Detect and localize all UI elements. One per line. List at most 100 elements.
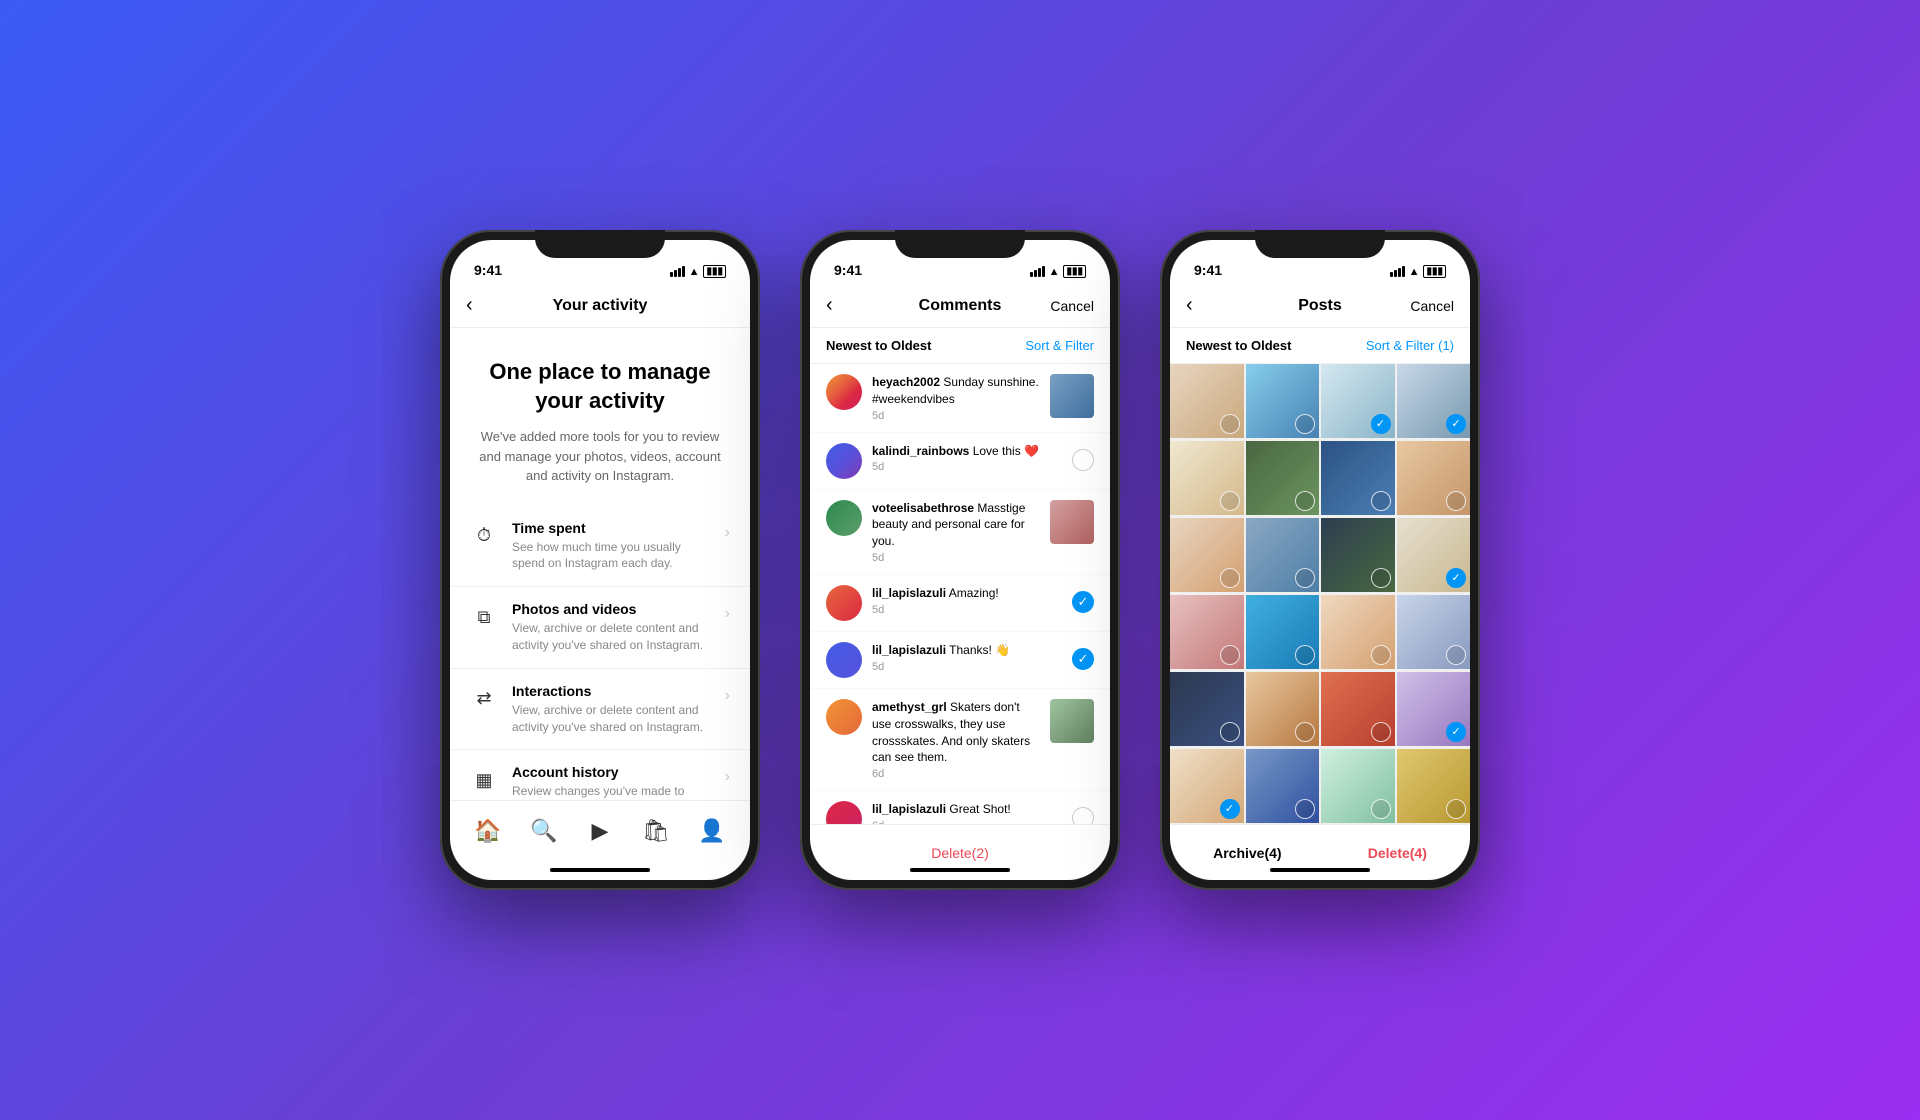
photos-videos-desc: View, archive or delete content and acti… [512, 620, 711, 654]
grid-cell-18[interactable] [1246, 672, 1320, 746]
activity-heading: One place to manage your activity [474, 358, 726, 415]
grid-cell-2[interactable] [1246, 364, 1320, 438]
grid-check-5[interactable] [1220, 491, 1240, 511]
grid-check-6[interactable] [1295, 491, 1315, 511]
comment-time-5: 5d [872, 661, 1062, 673]
back-button-3[interactable]: ‹ [1186, 294, 1193, 317]
grid-cell-9[interactable] [1170, 518, 1244, 592]
grid-check-11[interactable] [1371, 568, 1391, 588]
tab-reels[interactable]: ▶ [580, 811, 620, 851]
cancel-button-2[interactable]: Cancel [1050, 298, 1094, 314]
tab-shop[interactable]: 🛍 [636, 811, 676, 851]
comment-text-2: kalindi_rainbows Love this ❤️ [872, 443, 1062, 460]
grid-cell-20[interactable]: ✓ [1397, 672, 1471, 746]
archive-button[interactable]: Archive(4) [1213, 845, 1281, 861]
grid-cell-19[interactable] [1321, 672, 1395, 746]
grid-cell-15[interactable] [1321, 595, 1395, 669]
grid-check-4[interactable]: ✓ [1446, 414, 1466, 434]
grid-check-1[interactable] [1220, 414, 1240, 434]
grid-check-3[interactable]: ✓ [1371, 414, 1391, 434]
chevron-icon-1: › [725, 524, 730, 542]
grid-check-22[interactable] [1295, 799, 1315, 819]
sort-filter-button-3[interactable]: Sort & Filter (1) [1366, 338, 1454, 353]
tab-search[interactable]: 🔍 [524, 811, 564, 851]
delete-button-3[interactable]: Delete(4) [1368, 845, 1427, 861]
avatar-voteelisa [826, 500, 862, 536]
comment-item-6[interactable]: amethyst_grl Skaters don't use crosswalk… [810, 689, 1110, 791]
grid-check-17[interactable] [1220, 722, 1240, 742]
grid-check-15[interactable] [1371, 645, 1391, 665]
grid-check-8[interactable] [1446, 491, 1466, 511]
check-circle-2[interactable] [1072, 449, 1094, 471]
grid-cell-8[interactable] [1397, 441, 1471, 515]
grid-cell-12[interactable]: ✓ [1397, 518, 1471, 592]
menu-list: ⏱ Time spent See how much time you usual… [450, 506, 750, 800]
grid-check-10[interactable] [1295, 568, 1315, 588]
wifi-icon-3: ▲ [1409, 266, 1420, 278]
grid-cell-4[interactable]: ✓ [1397, 364, 1471, 438]
grid-cell-21[interactable]: ✓ [1170, 749, 1244, 823]
grid-check-7[interactable] [1371, 491, 1391, 511]
check-circle-4[interactable]: ✓ [1072, 591, 1094, 613]
check-circle-7[interactable] [1072, 807, 1094, 824]
grid-check-14[interactable] [1295, 645, 1315, 665]
grid-cell-22[interactable] [1246, 749, 1320, 823]
grid-cell-16[interactable] [1397, 595, 1471, 669]
account-history-title: Account history [512, 764, 711, 780]
grid-cell-5[interactable] [1170, 441, 1244, 515]
menu-item-interactions[interactable]: ⇄ Interactions View, archive or delete c… [450, 669, 750, 751]
grid-cell-3[interactable]: ✓ [1321, 364, 1395, 438]
grid-check-2[interactable] [1295, 414, 1315, 434]
grid-check-20[interactable]: ✓ [1446, 722, 1466, 742]
comment-item-2[interactable]: kalindi_rainbows Love this ❤️ 5d [810, 433, 1110, 490]
grid-check-18[interactable] [1295, 722, 1315, 742]
check-circle-5[interactable]: ✓ [1072, 648, 1094, 670]
comment-body-4: lil_lapislazuli Amazing! 5d [872, 585, 1062, 616]
comment-item-4[interactable]: lil_lapislazuli Amazing! 5d ✓ [810, 575, 1110, 632]
grid-check-24[interactable] [1446, 799, 1466, 819]
wifi-icon-2: ▲ [1049, 266, 1060, 278]
grid-cell-24[interactable] [1397, 749, 1471, 823]
back-button-2[interactable]: ‹ [826, 294, 833, 317]
screen-content-1: One place to manage your activity We've … [450, 328, 750, 800]
grid-cell-1[interactable] [1170, 364, 1244, 438]
grid-cell-23[interactable] [1321, 749, 1395, 823]
grid-cell-14[interactable] [1246, 595, 1320, 669]
sort-filter-button-2[interactable]: Sort & Filter [1025, 338, 1094, 353]
battery-icon-3: ▮▮▮ [1423, 265, 1446, 278]
grid-check-23[interactable] [1371, 799, 1391, 819]
grid-cell-17[interactable] [1170, 672, 1244, 746]
nav-title-1: Your activity [553, 297, 648, 315]
menu-item-time-spent[interactable]: ⏱ Time spent See how much time you usual… [450, 506, 750, 588]
delete-button-2[interactable]: Delete(2) [931, 845, 989, 861]
grid-cell-6[interactable] [1246, 441, 1320, 515]
comment-item-3[interactable]: voteelisabethrose Masstige beauty and pe… [810, 490, 1110, 575]
grid-check-13[interactable] [1220, 645, 1240, 665]
photos-videos-icon: ⧉ [470, 603, 498, 631]
back-button-1[interactable]: ‹ [466, 294, 473, 317]
menu-item-photos-videos[interactable]: ⧉ Photos and videos View, archive or del… [450, 587, 750, 669]
grid-cell-11[interactable] [1321, 518, 1395, 592]
battery-icon-2: ▮▮▮ [1063, 265, 1086, 278]
comment-item-7[interactable]: lil_lapislazuli Great Shot! 6d [810, 791, 1110, 824]
grid-check-16[interactable] [1446, 645, 1466, 665]
grid-cell-7[interactable] [1321, 441, 1395, 515]
grid-check-9[interactable] [1220, 568, 1240, 588]
comment-text-5: lil_lapislazuli Thanks! 👋 [872, 642, 1062, 659]
account-history-desc: Review changes you've made to your accou… [512, 783, 711, 800]
grid-check-21[interactable]: ✓ [1220, 799, 1240, 819]
phone-3: 9:41 ▲ ▮▮▮ ‹ Posts Cancel Newest to Olde… [1160, 230, 1480, 890]
comment-time-3: 5d [872, 552, 1040, 564]
comment-item-5[interactable]: lil_lapislazuli Thanks! 👋 5d ✓ [810, 632, 1110, 689]
grid-cell-10[interactable] [1246, 518, 1320, 592]
filter-label-2: Newest to Oldest [826, 338, 931, 353]
comment-item-1[interactable]: heyach2002 Sunday sunshine. #weekendvibe… [810, 364, 1110, 433]
tab-home[interactable]: 🏠 [468, 811, 508, 851]
grid-cell-13[interactable] [1170, 595, 1244, 669]
cancel-button-3[interactable]: Cancel [1410, 298, 1454, 314]
menu-item-account-history[interactable]: ▦ Account history Review changes you've … [450, 750, 750, 800]
grid-check-12[interactable]: ✓ [1446, 568, 1466, 588]
grid-check-19[interactable] [1371, 722, 1391, 742]
phone-2: 9:41 ▲ ▮▮▮ ‹ Comments Cancel Newest to O… [800, 230, 1120, 890]
tab-profile[interactable]: 👤 [692, 811, 732, 851]
